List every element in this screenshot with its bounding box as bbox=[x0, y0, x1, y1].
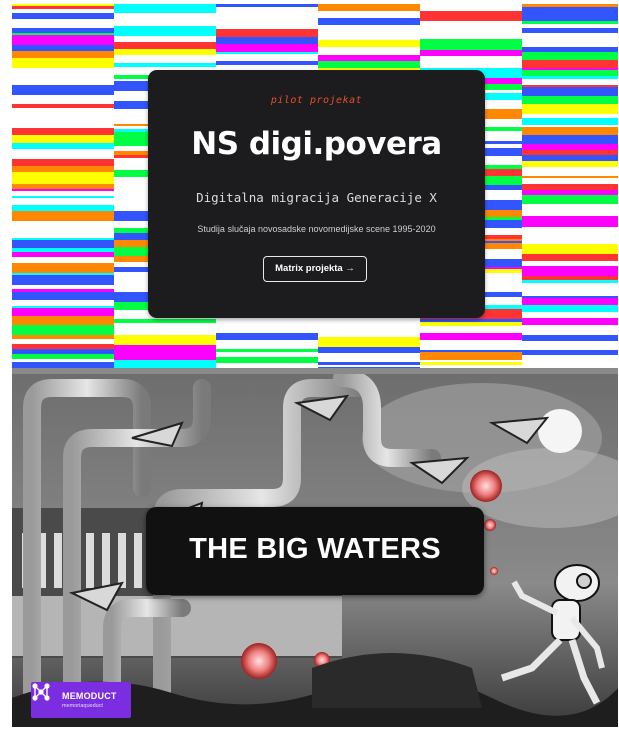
glitch-stripe bbox=[318, 25, 420, 32]
glitch-stripe bbox=[216, 10, 318, 17]
glitch-stripe bbox=[12, 325, 114, 335]
memoduct-logo-name: MEMODUCT bbox=[62, 691, 117, 701]
glitch-stripe bbox=[216, 54, 318, 61]
glitch-stripe bbox=[114, 55, 216, 63]
big-waters-title: THE BIG WATERS bbox=[189, 533, 441, 565]
glitch-stripe bbox=[522, 13, 618, 21]
glitch-stripe bbox=[114, 335, 216, 345]
glitch-stripe bbox=[318, 324, 420, 334]
glitch-stripe bbox=[318, 4, 420, 11]
glitch-stripe bbox=[12, 292, 114, 300]
hero-subtitle: Digitalna migracija Generacije X bbox=[196, 190, 437, 205]
glitch-stripe bbox=[420, 4, 522, 11]
glitch-stripe bbox=[12, 58, 114, 68]
glitch-stripe bbox=[522, 135, 618, 144]
glitch-stripe bbox=[522, 227, 618, 237]
glitch-column bbox=[12, 4, 114, 368]
glitch-stripe bbox=[12, 149, 114, 159]
glitch-stripe bbox=[12, 68, 114, 77]
glitch-stripe bbox=[12, 128, 114, 135]
glitch-stripe bbox=[216, 17, 318, 26]
glitch-stripe bbox=[522, 209, 618, 216]
glitch-stripe bbox=[318, 61, 420, 68]
glitch-stripe bbox=[12, 95, 114, 104]
glitch-stripe bbox=[522, 318, 618, 325]
glitch-stripe bbox=[522, 87, 618, 96]
glitch-stripe bbox=[114, 345, 216, 353]
glitch-stripe bbox=[12, 51, 114, 58]
glitch-stripe bbox=[420, 11, 522, 21]
glitch-stripe bbox=[12, 316, 114, 325]
glitch-stripe bbox=[318, 353, 420, 362]
glitch-stripe bbox=[12, 177, 114, 184]
glitch-stripe bbox=[420, 29, 522, 39]
glitch-stripe bbox=[114, 328, 216, 335]
glitch-stripe bbox=[420, 333, 522, 340]
glitch-stripe bbox=[420, 352, 522, 360]
glitch-stripe bbox=[522, 52, 618, 60]
glitch-stripe bbox=[12, 35, 114, 45]
glitch-stripe bbox=[420, 59, 522, 68]
memoduct-logo[interactable]: MEMODUCT memoriaqueduct bbox=[31, 682, 131, 718]
glitch-stripe bbox=[522, 220, 618, 227]
glitch-stripe bbox=[522, 266, 618, 276]
glitch-stripe bbox=[318, 18, 420, 25]
glitch-stripe bbox=[522, 60, 618, 68]
hero-banner: pilot projekat NS digi.povera Digitalna … bbox=[12, 4, 618, 368]
glitch-stripe bbox=[522, 305, 618, 312]
glitch-stripe bbox=[522, 104, 618, 114]
glitch-stripe bbox=[12, 19, 114, 28]
hero-description: Studija slučaja novosadske novomedijske … bbox=[197, 224, 436, 234]
glitch-stripe bbox=[114, 26, 216, 36]
glitch-stripe bbox=[522, 237, 618, 244]
glitch-stripe bbox=[12, 221, 114, 230]
glitch-stripe bbox=[522, 328, 618, 335]
glitch-stripe bbox=[114, 360, 216, 368]
glitch-stripe bbox=[216, 29, 318, 37]
glitch-stripe bbox=[216, 44, 318, 52]
memoduct-logo-tagline: memoriaqueduct bbox=[62, 703, 103, 709]
glitch-stripe bbox=[522, 254, 618, 261]
glitch-stripe bbox=[216, 340, 318, 349]
glitch-stripe bbox=[12, 263, 114, 273]
glitch-stripe bbox=[114, 13, 216, 20]
glitch-stripe bbox=[114, 42, 216, 49]
hero-eyebrow: pilot projekat bbox=[270, 95, 363, 106]
glitch-stripe bbox=[522, 244, 618, 254]
glitch-stripe bbox=[318, 11, 420, 18]
glitch-stripe bbox=[420, 21, 522, 29]
glitch-stripe bbox=[12, 159, 114, 166]
glitch-column bbox=[522, 4, 618, 368]
glitch-stripe bbox=[522, 195, 618, 204]
glitch-stripe bbox=[216, 37, 318, 44]
glitch-stripe bbox=[12, 240, 114, 248]
hero-card: pilot projekat NS digi.povera Digitalna … bbox=[148, 70, 485, 318]
memoduct-logo-mark-icon bbox=[32, 683, 50, 701]
glitch-stripe bbox=[12, 113, 114, 123]
glitch-stripe bbox=[420, 340, 522, 350]
glitch-stripe bbox=[522, 118, 618, 125]
glitch-stripe bbox=[522, 167, 618, 176]
big-waters-title-box: THE BIG WATERS bbox=[146, 507, 484, 595]
glitch-stripe bbox=[216, 333, 318, 340]
glitch-stripe bbox=[522, 355, 618, 364]
glitch-stripe bbox=[12, 275, 114, 285]
glitch-stripe bbox=[318, 337, 420, 347]
glitch-stripe bbox=[522, 341, 618, 348]
glitch-stripe bbox=[522, 298, 618, 305]
glitch-stripe bbox=[12, 308, 114, 316]
glitch-stripe bbox=[12, 211, 114, 221]
glitch-stripe bbox=[114, 4, 216, 13]
glitch-stripe bbox=[522, 127, 618, 135]
glitch-stripe bbox=[12, 198, 114, 205]
glitch-stripe bbox=[522, 96, 618, 104]
hero-title: NS digi.povera bbox=[191, 126, 442, 162]
matrix-project-button[interactable]: Matrix projekta → bbox=[263, 256, 367, 282]
glitch-stripe bbox=[522, 33, 618, 41]
glitch-stripe bbox=[318, 40, 420, 47]
glitch-stripe bbox=[12, 85, 114, 95]
big-waters-banner[interactable]: THE BIG WATERS MEMODUCT memoriaqueduct bbox=[12, 368, 618, 727]
